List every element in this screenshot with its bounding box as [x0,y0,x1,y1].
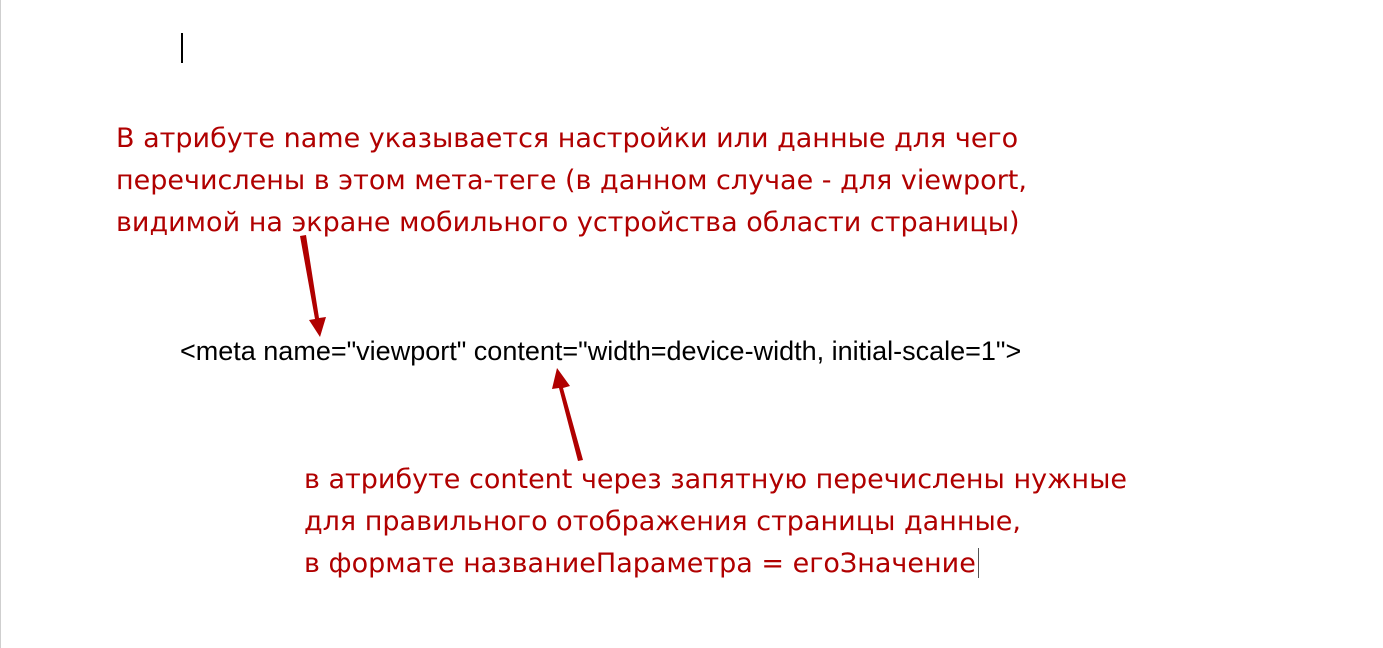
document-page[interactable]: В атрибуте name указывается настройки ил… [0,0,1383,648]
arrow-to-name-attribute [300,235,326,337]
arrows-layer [300,235,583,461]
arrow-to-content-attribute [552,368,583,461]
